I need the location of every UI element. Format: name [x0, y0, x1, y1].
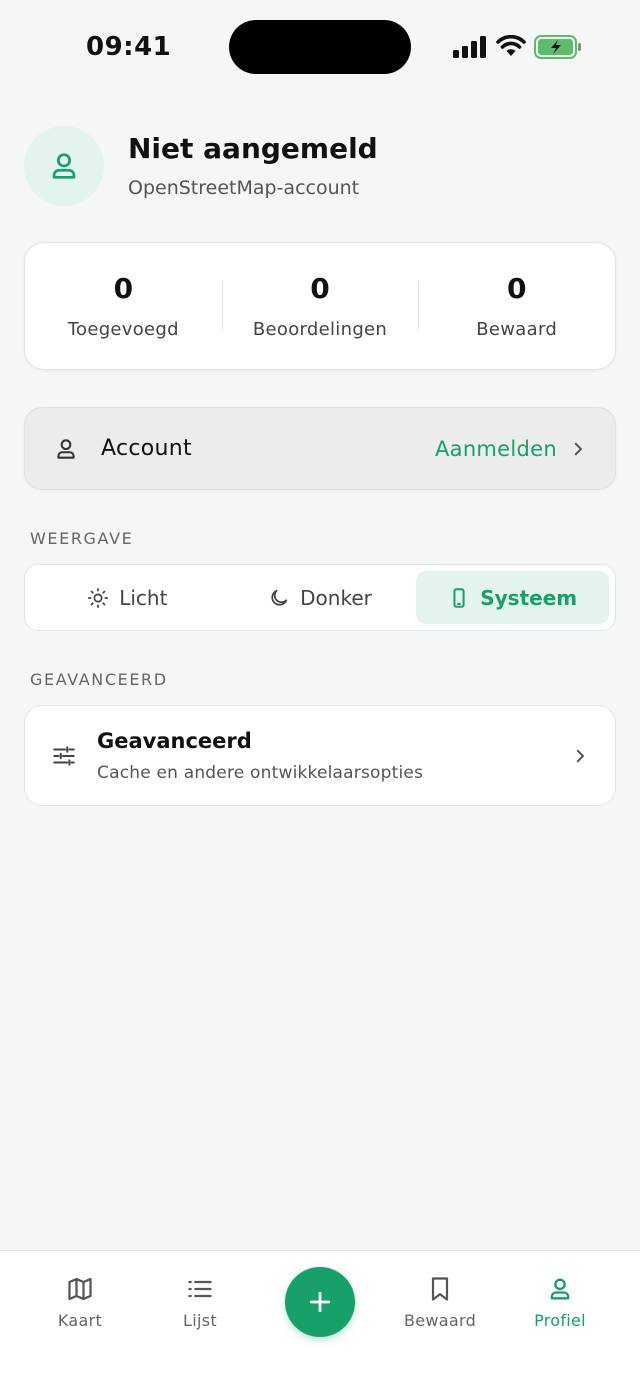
list-icon [188, 1280, 212, 1298]
tab-bar: Kaart Lijst Bewaard Profiel [0, 1250, 640, 1391]
dynamic-island [229, 20, 411, 74]
tab-profile[interactable]: Profiel [500, 1275, 620, 1330]
tab-label: Bewaard [403, 1311, 477, 1330]
theme-option-label: Licht [119, 585, 168, 610]
bookmark-icon [431, 1277, 449, 1301]
phone-icon [453, 587, 465, 608]
tab-label: Profiel [534, 1311, 586, 1330]
stat-label: Toegevoegd [67, 319, 179, 340]
wifi-icon [496, 35, 526, 56]
stat-label: Bewaard [476, 319, 558, 340]
stat-added: 0 Toegevoegd [25, 243, 222, 369]
person-icon [57, 438, 75, 459]
stat-value: 0 [506, 272, 527, 305]
plus-icon [309, 1291, 331, 1313]
stat-value: 0 [113, 272, 134, 305]
tab-map[interactable]: Kaart [20, 1275, 140, 1330]
tab-saved[interactable]: Bewaard [380, 1275, 500, 1330]
theme-option-system[interactable]: Systeem [416, 571, 610, 624]
profile-name: Niet aangemeld [128, 132, 378, 165]
profile-subtitle: OpenStreetMap-account [128, 177, 360, 199]
theme-selector: Licht Donker Systeem [24, 564, 616, 631]
theme-option-light[interactable]: Licht [31, 571, 224, 624]
tab-label: Kaart [57, 1311, 103, 1330]
advanced-section-title: GEAVANCEERD [30, 670, 168, 689]
avatar [24, 126, 104, 206]
moon-icon [271, 589, 288, 606]
chevron-right-icon [576, 749, 584, 762]
stat-value: 0 [310, 272, 330, 305]
battery-charging-icon [534, 35, 581, 59]
advanced-title: Geavanceerd [97, 728, 252, 753]
status-time: 09:41 [86, 32, 172, 62]
account-row[interactable]: Account Aanmelden [24, 407, 616, 490]
add-button[interactable] [285, 1267, 355, 1337]
chevron-right-icon [574, 442, 582, 455]
person-icon [550, 1278, 570, 1300]
theme-option-label: Donker [300, 585, 372, 610]
status-bar: 09:41 [0, 0, 640, 95]
appearance-section-title: WEERGAVE [30, 529, 134, 548]
theme-option-dark[interactable]: Donker [224, 571, 417, 624]
theme-option-label: Systeem [480, 585, 578, 610]
advanced-subtitle: Cache en andere ontwikkelaarsopties [97, 762, 424, 783]
stat-label: Beoordelingen [252, 319, 388, 340]
tab-label: Lijst [183, 1311, 217, 1330]
stat-reviews: 0 Beoordelingen [221, 243, 419, 369]
person-icon [52, 153, 76, 179]
account-label: Account [101, 436, 192, 461]
advanced-text: Geavanceerd Cache en andere ontwikkelaar… [97, 729, 571, 783]
tab-list[interactable]: Lijst [140, 1275, 260, 1330]
sun-icon [88, 587, 109, 608]
sign-in-link[interactable]: Aanmelden [435, 437, 557, 461]
sliders-icon [53, 745, 75, 766]
stat-saved: 0 Bewaard [418, 243, 615, 369]
advanced-row[interactable]: Geavanceerd Cache en andere ontwikkelaar… [24, 705, 616, 806]
stats-card: 0 Toegevoegd 0 Beoordelingen 0 Bewaard [24, 242, 616, 370]
map-icon [68, 1277, 92, 1301]
cellular-signal-icon [453, 36, 486, 58]
